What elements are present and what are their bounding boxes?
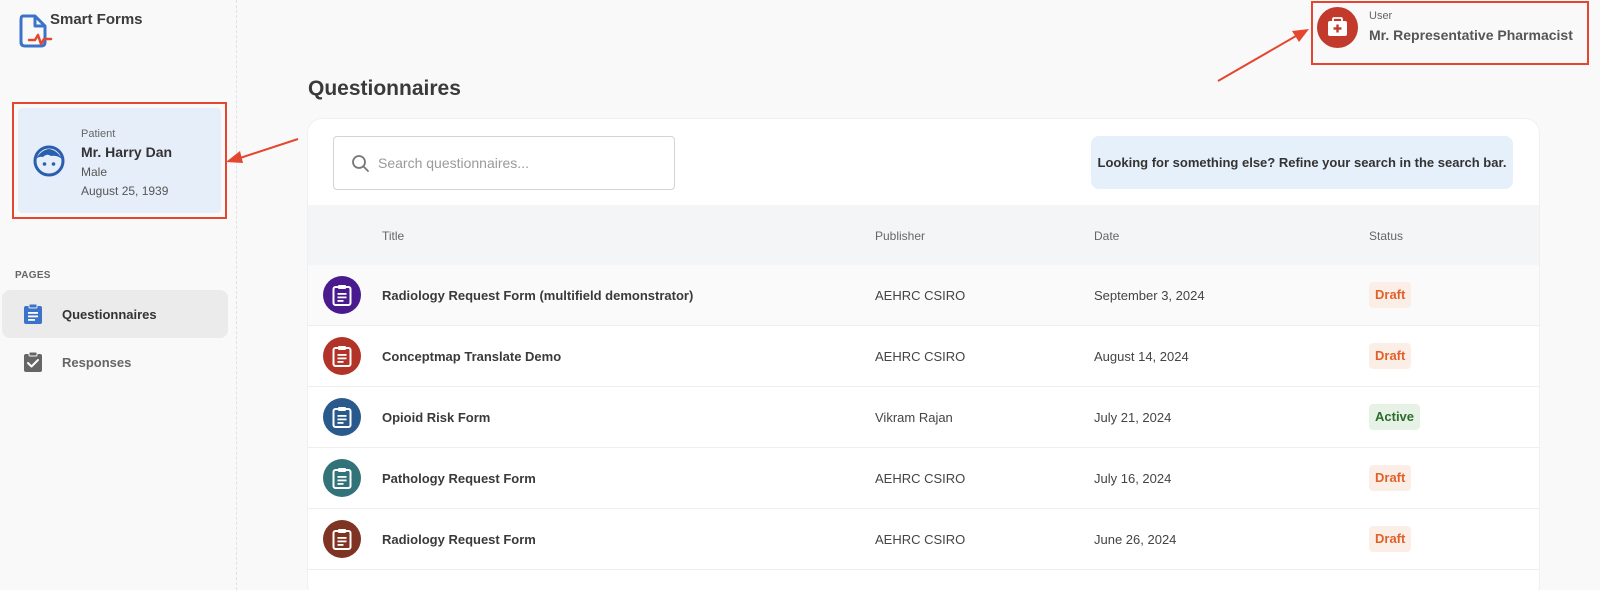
row-date: July 21, 2024 (1094, 410, 1172, 425)
patient-name: Mr. Harry Dan (81, 144, 173, 160)
questionnaire-icon (323, 459, 361, 497)
patient-kicker: Patient (81, 128, 116, 140)
patient-highlight-box: Patient Mr. Harry Dan Male August 25, 19… (12, 102, 227, 219)
clipboard-icon (24, 303, 42, 324)
brand[interactable] (15, 10, 55, 50)
row-title: Conceptmap Translate Demo (382, 349, 562, 364)
table-row[interactable]: Conceptmap Translate Demo AEHRC CSIRO Augu… (308, 326, 1539, 387)
patient-card[interactable]: Patient Mr. Harry Dan Male August 25, 19… (18, 108, 221, 213)
row-publisher: Vikram Rajan (875, 410, 953, 425)
row-publisher: AEHRC CSIRO (875, 349, 966, 364)
sidebar-item-label: Questionnaires (62, 307, 157, 322)
clipboard-icon (332, 285, 352, 306)
questionnaire-icon (323, 276, 361, 314)
patient-dob: August 25, 1939 (81, 184, 169, 198)
row-publisher: AEHRC CSIRO (875, 532, 966, 547)
row-publisher: AEHRC CSIRO (875, 471, 966, 486)
user-highlight-box[interactable]: User Mr. Representative Pharmacist (1311, 1, 1589, 65)
row-date: July 16, 2024 (1094, 471, 1172, 486)
status-badge: Active (1369, 404, 1421, 430)
questionnaire-icon (323, 520, 361, 558)
user-kicker: User (1369, 10, 1393, 22)
clipboard-check-icon (24, 351, 42, 372)
column-header-date[interactable]: Date (1094, 229, 1119, 243)
user-avatar (1317, 7, 1358, 48)
column-header-title[interactable]: Title (382, 229, 404, 243)
app-name: Smart Forms (50, 11, 143, 28)
table-header: Title Publisher Date Status (308, 205, 1539, 265)
row-date: August 14, 2024 (1094, 349, 1189, 364)
status-badge: Draft (1369, 465, 1412, 491)
row-date: September 3, 2024 (1094, 288, 1205, 303)
patient-face-icon (33, 145, 65, 177)
column-header-status[interactable]: Status (1369, 229, 1403, 243)
row-title: Pathology Request Form (382, 471, 536, 486)
sidebar-item-label: Responses (62, 355, 132, 370)
status-badge: Draft (1369, 282, 1412, 308)
table-row[interactable]: Pathology Request Form AEHRC CSIRO July 16… (308, 448, 1539, 509)
questionnaire-icon (323, 398, 361, 436)
sidebar-item-questionnaires[interactable]: Questionnaires (2, 290, 228, 338)
user-name: Mr. Representative Pharmacist (1369, 27, 1573, 43)
page-title: Questionnaires (308, 77, 461, 100)
patient-gender: Male (81, 165, 108, 179)
medical-bag-icon (1328, 17, 1347, 36)
search-box[interactable] (333, 136, 675, 190)
pages-section-label: PAGES (15, 270, 51, 281)
table-row[interactable]: Radiology Request Form AEHRC CSIRO June 26… (308, 509, 1539, 570)
smart-forms-logo-icon (19, 14, 53, 48)
clipboard-icon (332, 529, 352, 550)
row-title: Opioid Risk Form (382, 410, 491, 425)
column-header-publisher[interactable]: Publisher (875, 229, 925, 243)
row-title: Radiology Request Form (multifield demon… (382, 288, 694, 303)
status-badge: Draft (1369, 343, 1412, 369)
sidebar-item-responses[interactable]: Responses (2, 338, 228, 386)
questionnaires-panel: Looking for something else? Refine your … (308, 119, 1539, 590)
search-input[interactable] (378, 137, 668, 189)
search-hint: Looking for something else? Refine your … (1091, 136, 1513, 189)
row-publisher: AEHRC CSIRO (875, 288, 966, 303)
row-date: June 26, 2024 (1094, 532, 1177, 547)
table-row[interactable]: Radiology Request Form (multifield demon… (308, 265, 1539, 326)
arrow-to-user-icon (1217, 29, 1309, 82)
table-row[interactable]: Opioid Risk Form Vikram Rajan July 21, 202… (308, 387, 1539, 448)
clipboard-icon (332, 346, 352, 367)
search-icon (352, 155, 369, 172)
row-title: Radiology Request Form (382, 532, 536, 547)
questionnaire-icon (323, 337, 361, 375)
clipboard-icon (332, 407, 352, 428)
clipboard-icon (332, 468, 352, 489)
status-badge: Draft (1369, 526, 1412, 552)
sidebar: Smart Forms Patient Mr. Harry Dan Male A… (0, 0, 237, 590)
